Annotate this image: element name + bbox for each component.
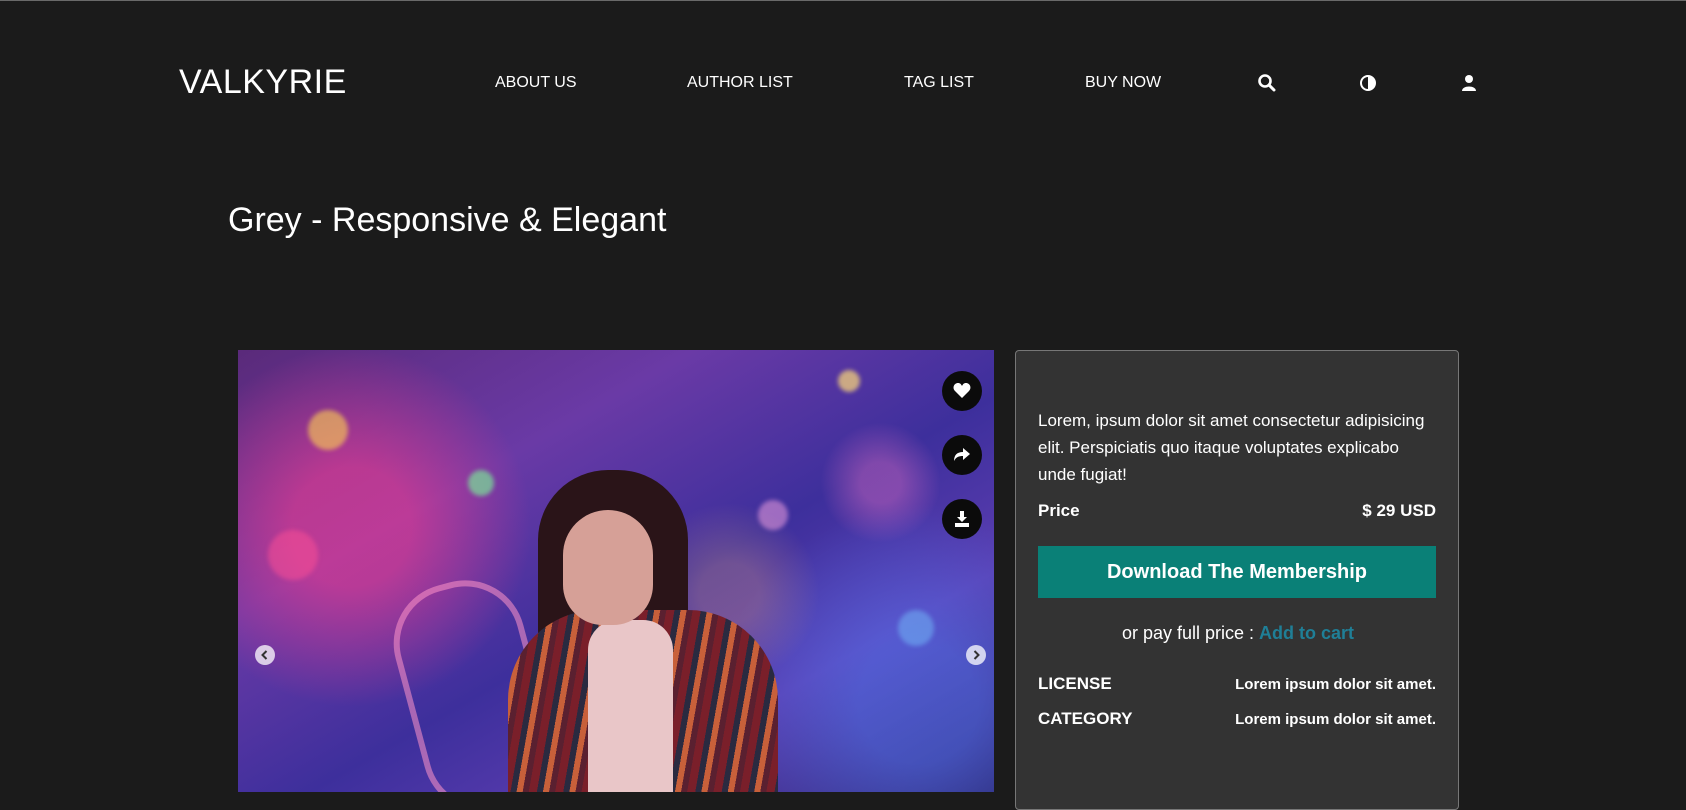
bokeh-light xyxy=(468,470,494,496)
download-button[interactable] xyxy=(942,499,982,539)
product-image xyxy=(238,350,994,792)
product-panel: Lorem, ipsum dolor sit amet consectetur … xyxy=(1015,350,1459,810)
bokeh-light xyxy=(308,410,348,450)
chevron-right-icon xyxy=(973,650,980,660)
price-row: Price $ 29 USD xyxy=(1038,501,1436,521)
price-label: Price xyxy=(1038,501,1080,520)
chevron-left-icon xyxy=(261,650,268,660)
bokeh-light xyxy=(898,610,934,646)
license-row: LICENSE Lorem ipsum dolor sit amet. xyxy=(1038,674,1436,694)
like-button[interactable] xyxy=(942,371,982,411)
pay-full-price: or pay full price : Add to cart xyxy=(1016,623,1460,644)
category-value: Lorem ipsum dolor sit amet. xyxy=(1235,711,1436,728)
top-divider xyxy=(0,0,1686,1)
nav-about-us[interactable]: ABOUT US xyxy=(495,73,577,93)
bokeh-light xyxy=(758,500,788,530)
contrast-icon[interactable] xyxy=(1358,73,1378,93)
nav-tag-list[interactable]: TAG LIST xyxy=(904,73,974,93)
share-button[interactable] xyxy=(942,435,982,475)
nav-author-list[interactable]: AUTHOR LIST xyxy=(687,73,793,93)
site-logo[interactable]: VALKYRIE xyxy=(179,62,347,102)
carousel-prev-button[interactable] xyxy=(255,645,275,665)
add-to-cart-link[interactable]: Add to cart xyxy=(1259,623,1354,643)
person-shirt xyxy=(588,620,673,792)
product-description: Lorem, ipsum dolor sit amet consectetur … xyxy=(1038,411,1425,484)
category-label: CATEGORY xyxy=(1038,709,1133,728)
pay-text: or pay full price : xyxy=(1121,623,1260,643)
person-face xyxy=(563,510,653,625)
bokeh-light xyxy=(838,370,860,392)
share-icon xyxy=(954,448,970,461)
price-value: $ 29 USD xyxy=(1362,501,1436,520)
download-icon xyxy=(955,511,969,527)
user-icon[interactable] xyxy=(1459,73,1479,93)
search-icon[interactable] xyxy=(1257,73,1277,93)
page-title: Grey - Responsive & Elegant xyxy=(228,201,667,239)
nav-buy-now[interactable]: BUY NOW xyxy=(1085,73,1161,93)
license-label: LICENSE xyxy=(1038,674,1112,693)
download-membership-button[interactable]: Download The Membership xyxy=(1038,546,1436,598)
category-row: CATEGORY Lorem ipsum dolor sit amet. xyxy=(1038,709,1436,729)
heart-icon xyxy=(953,383,971,398)
carousel-next-button[interactable] xyxy=(966,645,986,665)
bokeh-light xyxy=(268,530,318,580)
license-value: Lorem ipsum dolor sit amet. xyxy=(1235,676,1436,693)
